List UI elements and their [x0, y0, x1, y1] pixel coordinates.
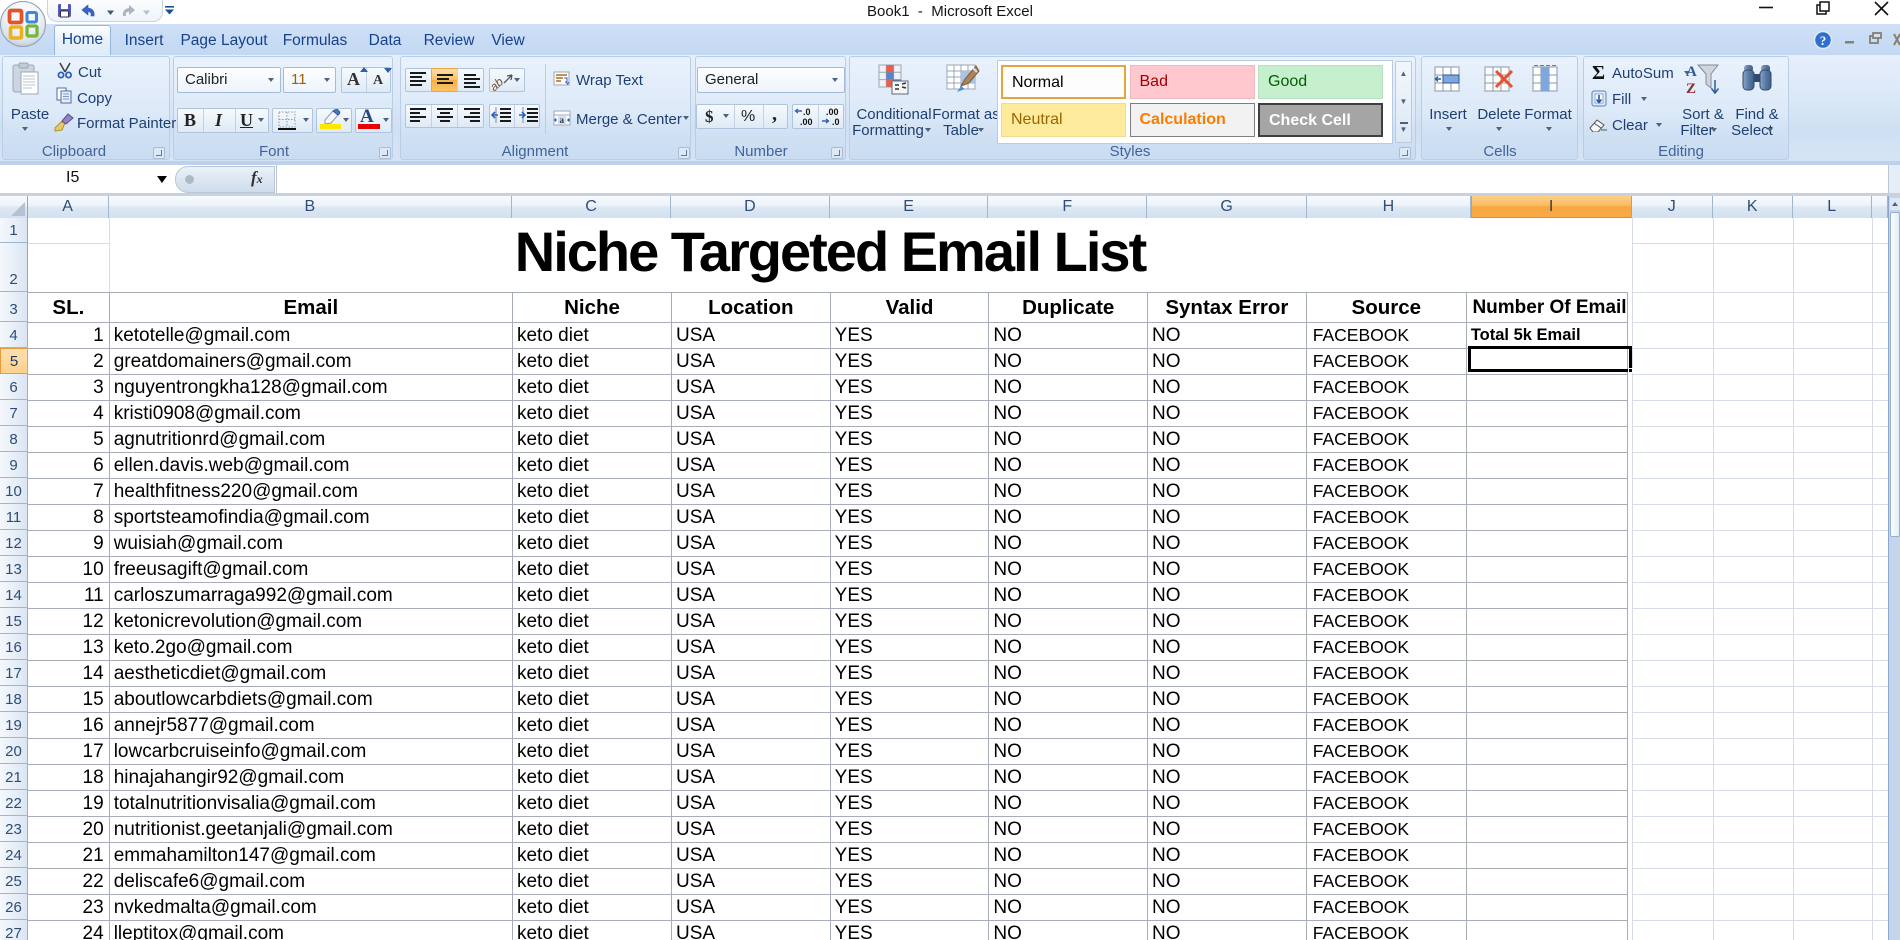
svg-text:?: ?	[1820, 33, 1827, 48]
svg-text:.00: .00	[826, 107, 839, 117]
svg-text:A: A	[1686, 64, 1697, 80]
svg-text:.00: .00	[800, 117, 813, 127]
svg-text:a: a	[560, 115, 565, 125]
svg-text:.0: .0	[803, 107, 811, 117]
svg-text:Z: Z	[1686, 81, 1696, 97]
